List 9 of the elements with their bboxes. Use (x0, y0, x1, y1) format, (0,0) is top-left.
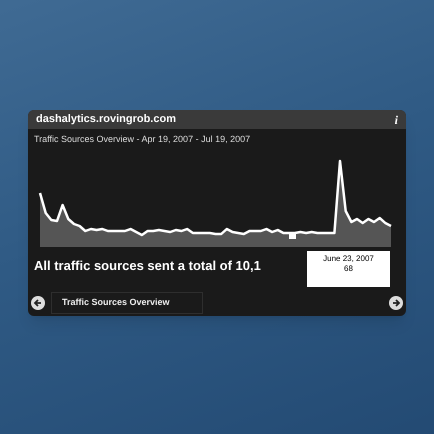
footer-tab[interactable]: Traffic Sources Overview (51, 292, 203, 314)
tooltip-date: June 23, 2007 (323, 254, 374, 264)
info-button[interactable]: i (394, 110, 398, 128)
previous-icon[interactable] (31, 296, 45, 310)
summary-text: All traffic sources sent a total of 10,1 (34, 257, 261, 276)
next-icon[interactable] (389, 296, 403, 310)
tooltip-value: 68 (344, 264, 353, 274)
widget-title: dashalytics.rovingrob.com (36, 112, 176, 128)
chart-subtitle: Traffic Sources Overview - Apr 19, 2007 - Jul 19, 2007 (34, 133, 250, 146)
